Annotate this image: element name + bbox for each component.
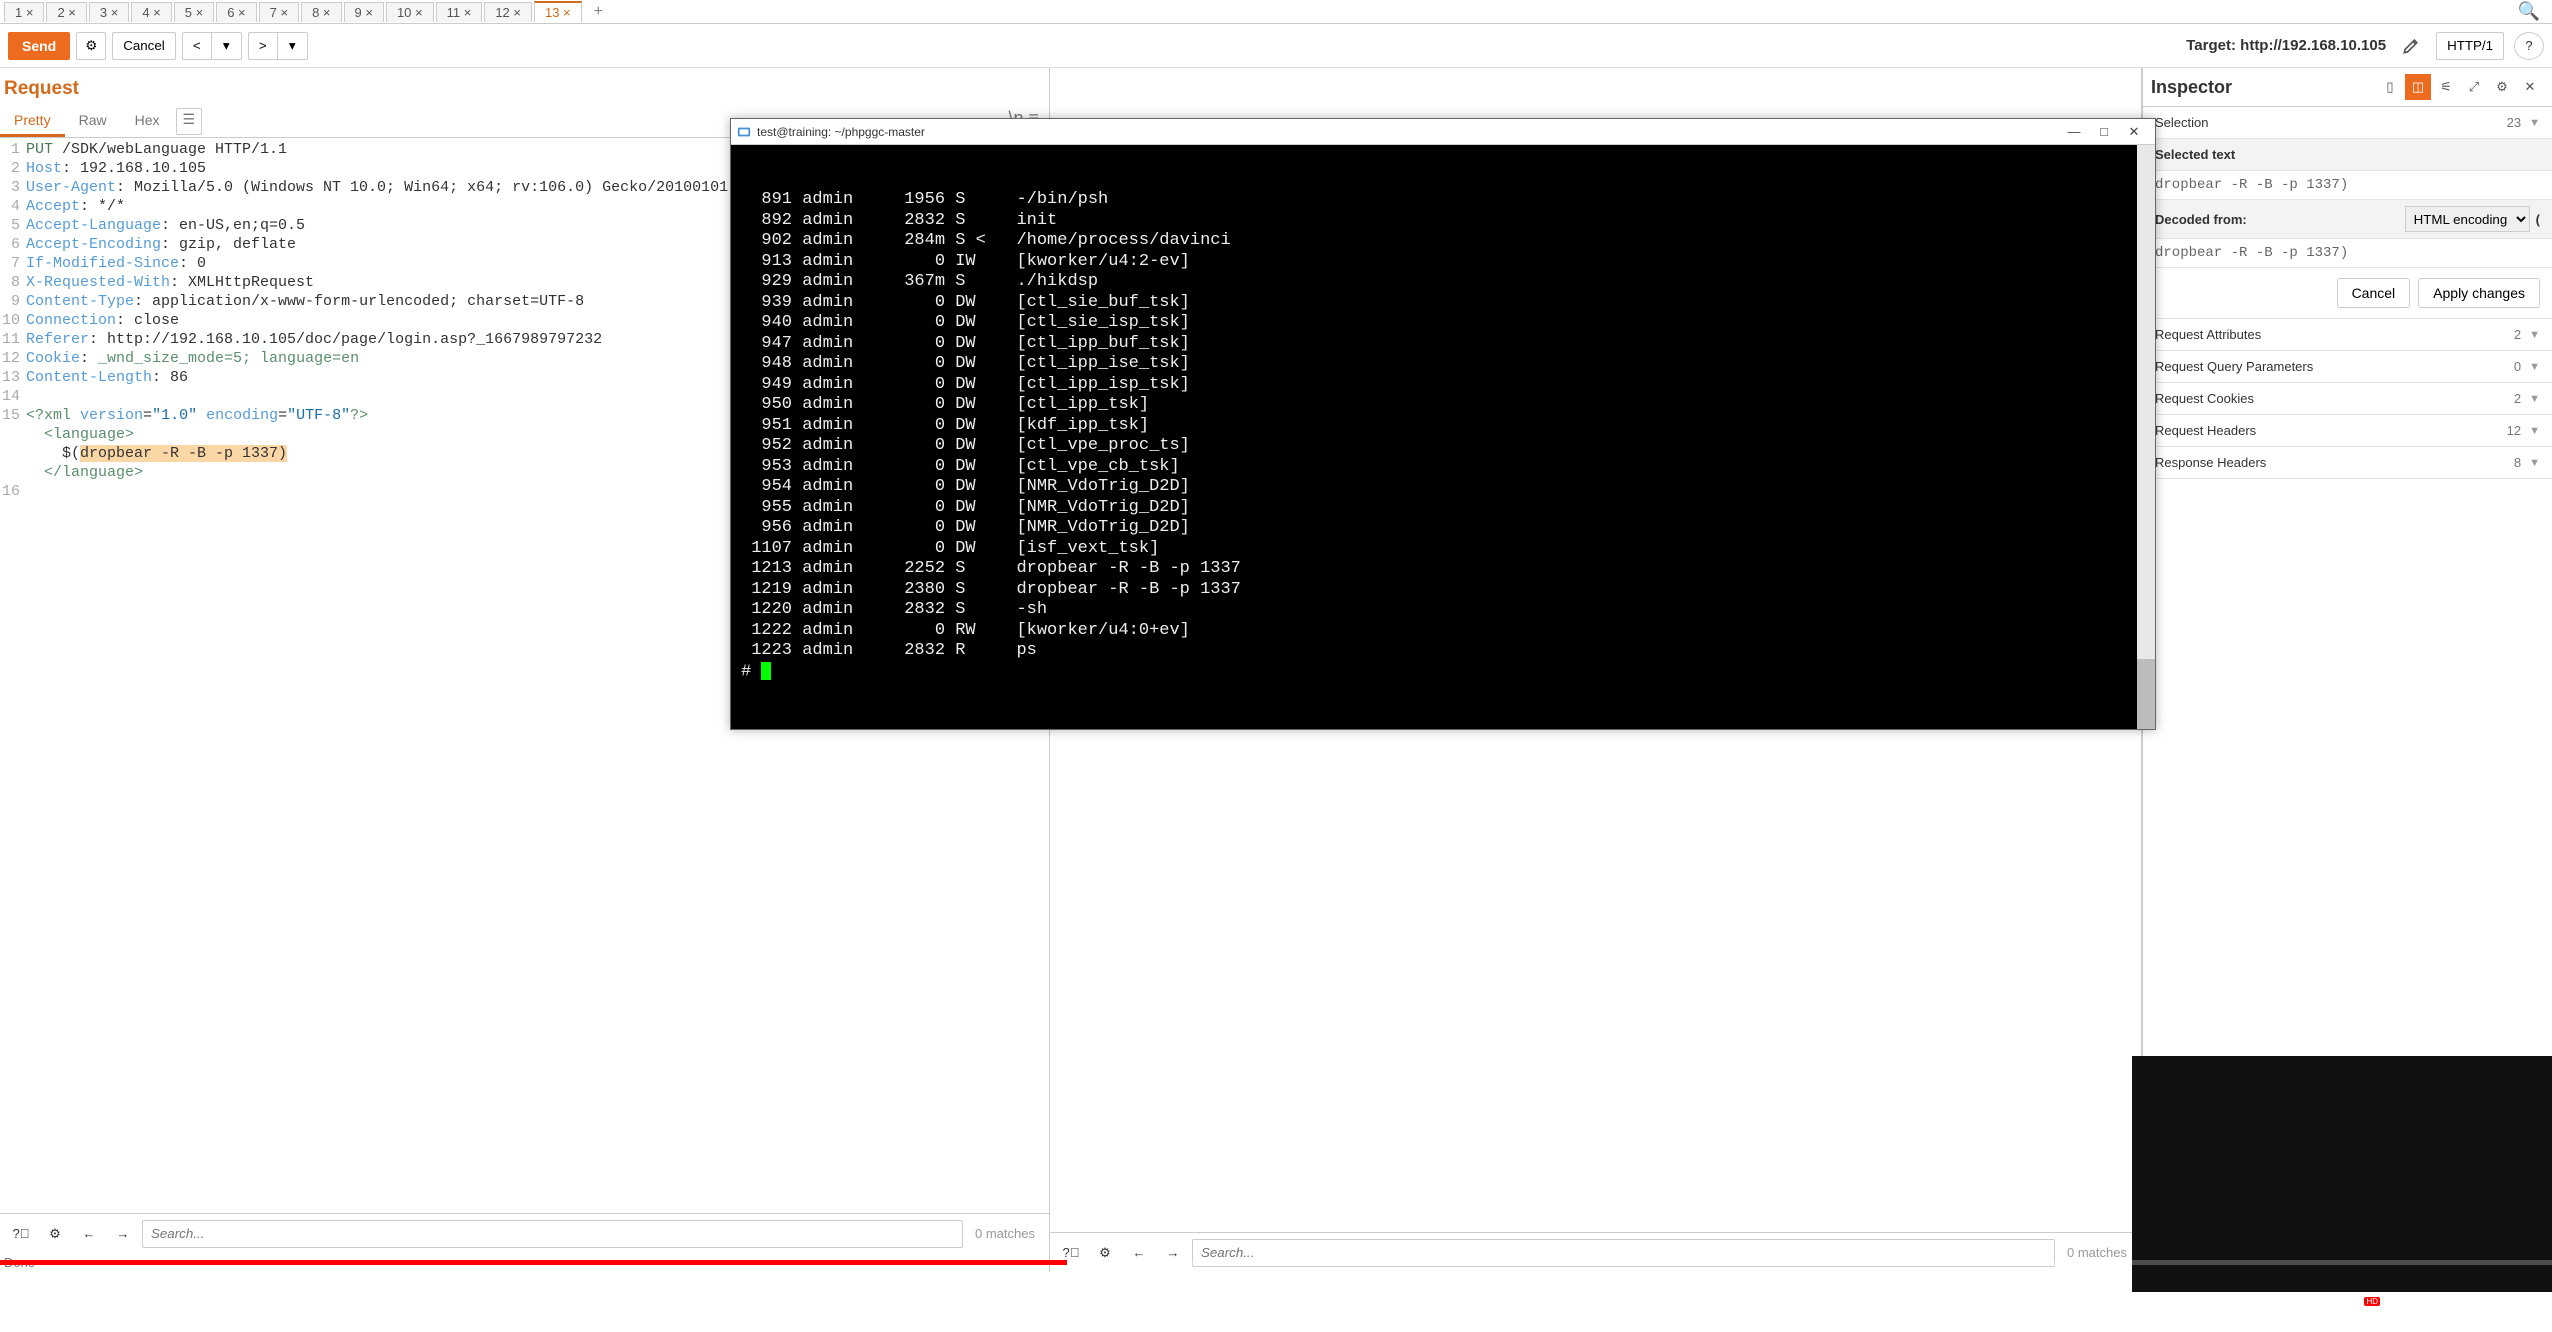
video-controls: 56:30 / 2:14:40: [0, 1260, 2552, 1332]
inspector-title: Inspector: [2151, 77, 2376, 98]
expand-icon[interactable]: ⤢: [2461, 74, 2487, 100]
search-help-button[interactable]: ?⃝: [6, 1220, 36, 1248]
close-inspector-icon[interactable]: ✕: [2517, 74, 2543, 100]
terminal-window[interactable]: test@training: ~/phpggc-master — □ ✕ 891…: [730, 118, 2156, 730]
selected-text-value[interactable]: dropbear -R -B -p 1337): [2143, 171, 2552, 200]
inspector-row-2[interactable]: Request Cookies2▼: [2143, 383, 2552, 415]
chevron-down-icon: ▼: [2529, 117, 2540, 129]
repeater-tab-13[interactable]: 13 ×: [534, 1, 582, 22]
terminal-title-text: test@training: ~/phpggc-master: [757, 125, 925, 139]
repeater-tab-4[interactable]: 4 ×: [131, 2, 171, 22]
volume-button[interactable]: [120, 1291, 146, 1317]
send-button[interactable]: Send: [8, 32, 70, 60]
add-tab-button[interactable]: +: [584, 3, 613, 21]
next-button[interactable]: [72, 1291, 98, 1317]
fullscreen-button[interactable]: [2506, 1296, 2532, 1322]
request-title: Request: [0, 68, 1049, 106]
inspector-cancel-button[interactable]: Cancel: [2337, 278, 2411, 308]
repeater-tabs: 1 ×2 ×3 ×4 ×5 ×6 ×7 ×8 ×9 ×10 ×11 ×12 ×1…: [0, 0, 2552, 24]
layout-split-icon[interactable]: ◫: [2405, 74, 2431, 100]
selected-text-header: Selected text: [2143, 139, 2552, 171]
decoded-from-row: Decoded from: HTML encoding (: [2143, 200, 2552, 239]
cancel-button[interactable]: Cancel: [112, 32, 176, 60]
repeater-tab-3[interactable]: 3 ×: [89, 2, 129, 22]
chevron-down-icon: ▼: [2529, 361, 2540, 373]
repeater-tab-12[interactable]: 12 ×: [484, 2, 532, 22]
request-search-input[interactable]: [142, 1220, 963, 1248]
miniplayer-button[interactable]: [2406, 1296, 2432, 1322]
view-options-button[interactable]: ☰: [176, 108, 203, 135]
send-options-button[interactable]: ⚙: [76, 32, 106, 60]
settings-button[interactable]: HD: [2342, 1296, 2384, 1322]
view-tab-raw[interactable]: Raw: [65, 106, 121, 137]
request-match-count: 0 matches: [967, 1226, 1043, 1241]
search-next-button[interactable]: →: [108, 1220, 138, 1248]
repeater-tab-9[interactable]: 9 ×: [344, 2, 384, 22]
play-button[interactable]: [20, 1289, 50, 1319]
terminal-scrollbar[interactable]: [2137, 145, 2155, 729]
history-fwd-button[interactable]: >: [248, 32, 278, 60]
inspector-row-4[interactable]: Response Headers8▼: [2143, 447, 2552, 479]
inspector-selection-row[interactable]: Selection 23 ▼: [2143, 107, 2552, 139]
repeater-tab-10[interactable]: 10 ×: [386, 2, 434, 22]
view-tab-hex[interactable]: Hex: [121, 106, 174, 137]
minimize-button[interactable]: —: [2059, 124, 2089, 139]
filter-icon[interactable]: ⚟: [2433, 74, 2459, 100]
history-fwd-menu[interactable]: ▾: [278, 32, 308, 60]
video-time: 56:30 / 2:14:40: [168, 1295, 275, 1313]
gear-icon[interactable]: ⚙: [2489, 74, 2515, 100]
repeater-tab-11[interactable]: 11 ×: [436, 2, 483, 22]
search-settings-button[interactable]: ⚙: [40, 1220, 70, 1248]
maximize-button[interactable]: □: [2089, 124, 2119, 139]
http-version-button[interactable]: HTTP/1: [2436, 32, 2504, 60]
inspector-apply-button[interactable]: Apply changes: [2418, 278, 2540, 308]
search-prev-button[interactable]: ←: [74, 1220, 104, 1248]
gear-icon: ⚙: [85, 38, 97, 54]
inspector-row-1[interactable]: Request Query Parameters0▼: [2143, 351, 2552, 383]
repeater-tab-5[interactable]: 5 ×: [174, 2, 214, 22]
repeater-tab-7[interactable]: 7 ×: [259, 2, 299, 22]
request-footer: ?⃝ ⚙ ← → 0 matches: [0, 1213, 1049, 1253]
edit-target-button[interactable]: [2396, 32, 2426, 60]
terminal-body[interactable]: 891 admin 1956 S -/bin/psh 892 admin 283…: [731, 145, 2155, 729]
putty-icon: [737, 125, 751, 139]
view-tab-pretty[interactable]: Pretty: [0, 106, 65, 137]
repeater-tab-1[interactable]: 1 ×: [4, 2, 44, 22]
close-button[interactable]: ✕: [2119, 124, 2149, 140]
pencil-icon: [2401, 36, 2421, 56]
tab-search-icon[interactable]: 🔍: [2506, 1, 2552, 22]
repeater-tab-2[interactable]: 2 ×: [46, 2, 86, 22]
chevron-down-icon: ▼: [2529, 393, 2540, 405]
chevron-down-icon: ▼: [2529, 457, 2540, 469]
response-match-count: 0 matches: [2059, 1245, 2135, 1260]
inspector-row-0[interactable]: Request Attributes2▼: [2143, 319, 2552, 351]
target-display: Target: http://192.168.10.105: [2186, 37, 2386, 54]
repeater-tab-6[interactable]: 6 ×: [216, 2, 256, 22]
chevron-down-icon: ▼: [2529, 329, 2540, 341]
layout-single-icon[interactable]: ▯: [2377, 74, 2403, 100]
decoded-text-value[interactable]: dropbear -R -B -p 1337): [2143, 239, 2552, 268]
terminal-titlebar[interactable]: test@training: ~/phpggc-master — □ ✕: [731, 119, 2155, 145]
decoded-from-select[interactable]: HTML encoding: [2405, 206, 2530, 232]
chevron-down-icon: ▼: [2529, 425, 2540, 437]
history-back-button[interactable]: <: [182, 32, 212, 60]
webcam-overlay: [2132, 1056, 2552, 1292]
help-button[interactable]: ?: [2514, 32, 2544, 60]
video-right-controls: HD: [2342, 1296, 2532, 1322]
repeater-tab-8[interactable]: 8 ×: [301, 2, 341, 22]
video-progress-bar[interactable]: [0, 1260, 2552, 1265]
history-back-menu[interactable]: ▾: [212, 32, 242, 60]
theater-button[interactable]: [2454, 1296, 2484, 1322]
toolbar: Send ⚙ Cancel < ▾ > ▾ Target: http://192…: [0, 24, 2552, 68]
inspector-row-3[interactable]: Request Headers12▼: [2143, 415, 2552, 447]
